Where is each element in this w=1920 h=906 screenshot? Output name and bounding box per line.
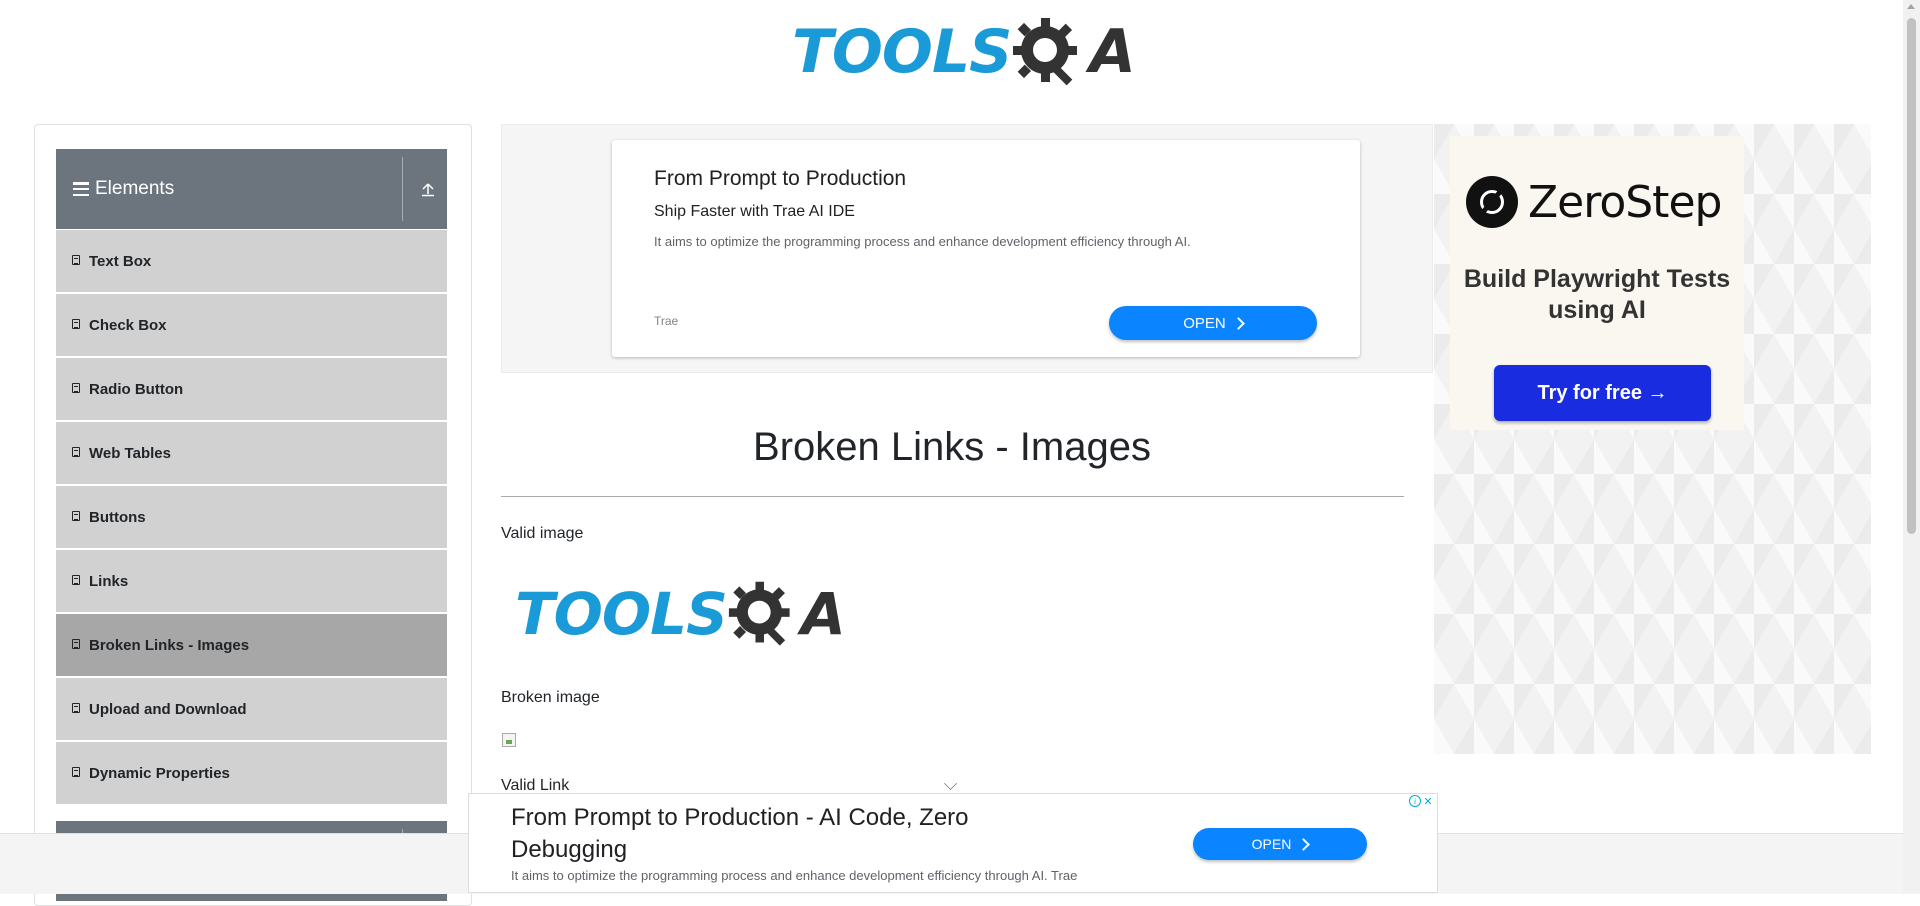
zerostep-logo: ZeroStep [1466, 176, 1722, 228]
page-scrollbar[interactable] [1903, 0, 1920, 893]
right-ad-container: ZeroStep Build Playwright Tests using AI… [1434, 124, 1871, 754]
html5-icon [72, 383, 82, 395]
ad-brand: Trae [654, 314, 679, 328]
sidebar-item-buttons[interactable]: Buttons [56, 486, 447, 548]
ad-open-button[interactable]: OPEN [1109, 306, 1317, 340]
chevron-right-icon [1231, 316, 1245, 330]
sidebar-item-label: Upload and Download [89, 700, 247, 718]
sidebar-item-radio-button[interactable]: Radio Button [56, 358, 447, 420]
elements-group-header[interactable]: Elements [56, 149, 447, 229]
sidebar-item-label: Web Tables [89, 444, 171, 462]
sidebar-item-label: Radio Button [89, 380, 184, 398]
open-button-label: OPEN [1251, 836, 1292, 852]
close-icon[interactable]: ✕ [1421, 794, 1435, 808]
html5-icon [72, 575, 82, 587]
hamburger-icon [73, 182, 89, 196]
sidebar-item-links[interactable]: Links [56, 550, 447, 612]
valid-image-label: Valid image [501, 525, 584, 542]
scroll-up-arrow-icon[interactable] [1907, 4, 1915, 9]
html5-icon [72, 767, 82, 779]
chevron-right-icon [1297, 837, 1311, 851]
html5-icon [72, 639, 82, 651]
sidebar-item-dynamic-properties[interactable]: Dynamic Properties [56, 742, 447, 804]
html5-icon [72, 511, 82, 523]
zerostep-brand: ZeroStep [1528, 176, 1722, 228]
html5-icon [72, 703, 82, 715]
sidebar-item-check-box[interactable]: Check Box [56, 294, 447, 356]
header-divider [402, 157, 403, 221]
toolsqa-header-logo[interactable]: TOOLS A [792, 16, 1136, 88]
adchoices[interactable]: i ✕ [1409, 794, 1435, 808]
sidebar-item-label: Buttons [89, 508, 146, 526]
ad-title[interactable]: From Prompt to Production - AI Code, Zer… [511, 802, 1071, 866]
gear-magnifier-icon [728, 581, 790, 646]
ad-open-button[interactable]: OPEN [1193, 828, 1367, 860]
logo-text-tools: TOOLS [792, 17, 1012, 87]
ad-description: It aims to optimize the programming proc… [654, 234, 1191, 249]
zerostep-ad-card[interactable]: ZeroStep Build Playwright Tests using AI… [1450, 136, 1744, 430]
chevron-down-icon[interactable] [944, 777, 957, 790]
sidebar-item-label: Broken Links - Images [89, 636, 250, 654]
try-for-free-button[interactable]: Try for free → [1494, 365, 1711, 421]
zerostep-logo-icon [1466, 176, 1518, 228]
html5-icon [72, 447, 82, 459]
sidebar-item-upload-and-download[interactable]: Upload and Download [56, 678, 447, 740]
page-title: Broken Links - Images [753, 425, 1151, 469]
sidebar-item-web-tables[interactable]: Web Tables [56, 422, 447, 484]
valid-image: TOOLS A [515, 578, 846, 650]
left-sidebar: Elements Text Box Check Box Radio Button… [34, 124, 472, 906]
open-button-label: OPEN [1183, 314, 1226, 332]
gear-magnifier-icon [1013, 18, 1078, 86]
sidebar-item-broken-links-images[interactable]: Broken Links - Images [56, 614, 447, 676]
sidebar-item-label: Dynamic Properties [89, 764, 230, 782]
sidebar-item-label: Links [89, 572, 129, 590]
bottom-ad-banner[interactable]: From Prompt to Production - AI Code, Zer… [468, 793, 1438, 893]
ad-title[interactable]: From Prompt to Production [654, 167, 906, 191]
collapse-up-icon[interactable] [420, 181, 436, 197]
sidebar-item-text-box[interactable]: Text Box [56, 230, 447, 292]
sidebar-item-label: Check Box [89, 316, 167, 334]
scrollbar-thumb[interactable] [1907, 18, 1916, 534]
group-title: Elements [95, 178, 175, 199]
title-divider [501, 496, 1404, 497]
broken-image-label: Broken image [501, 689, 600, 706]
zerostep-tagline: Build Playwright Tests using AI [1463, 265, 1731, 324]
broken-image-icon [502, 733, 516, 747]
logo-text-qa: A [800, 580, 846, 648]
info-icon[interactable]: i [1409, 795, 1421, 807]
ad-subtitle: Ship Faster with Trae AI IDE [654, 203, 855, 220]
top-ad-card[interactable]: From Prompt to Production Ship Faster wi… [612, 140, 1360, 357]
elements-menu-list: Text Box Check Box Radio Button Web Tabl… [56, 230, 447, 806]
logo-text-tools: TOOLS [515, 580, 728, 648]
html5-icon [72, 255, 82, 267]
sidebar-item-label: Text Box [89, 252, 152, 270]
ad-description: It aims to optimize the programming proc… [511, 868, 1078, 883]
logo-text-qa: A [1089, 17, 1136, 87]
html5-icon [72, 319, 82, 331]
